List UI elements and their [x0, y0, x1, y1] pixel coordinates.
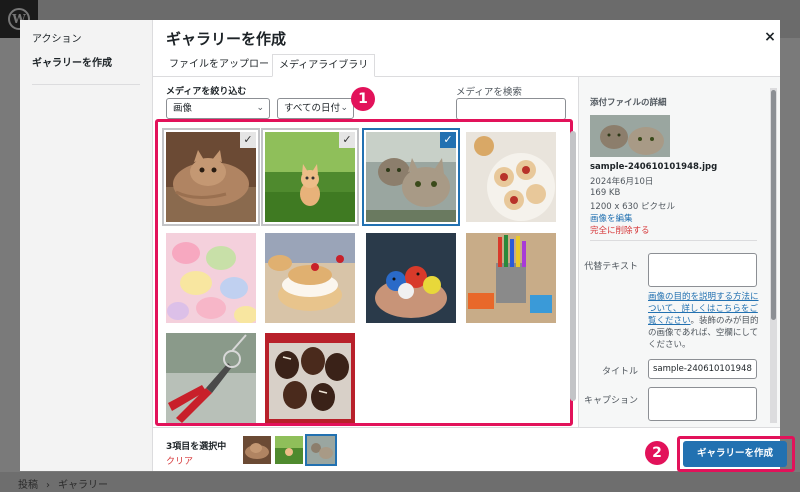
router-tabs: ファイルをアップロード メディアライブラリ — [153, 54, 780, 77]
mini-kitten-photo — [275, 436, 303, 464]
caption-label: キャプション — [583, 396, 638, 406]
pliers-photo — [166, 333, 256, 423]
breadcrumb-post: 投稿 — [18, 480, 38, 491]
pencils-photo — [466, 233, 556, 323]
details-filename: sample-240610101948.jpg — [590, 162, 718, 172]
media-type-value: 画像 — [173, 103, 193, 114]
grid-scrollbar[interactable] — [570, 131, 576, 401]
checkmark-icon[interactable]: ✓ — [240, 132, 256, 148]
callout-badge-2: 2 — [645, 441, 669, 465]
selection-thumb-3[interactable] — [307, 436, 335, 464]
attachment-pliers-and-wire[interactable] — [166, 333, 256, 423]
strawberries-photo — [265, 333, 355, 423]
clear-selection-link[interactable]: クリア — [166, 454, 193, 467]
search-label: メディアを検索 — [456, 87, 522, 98]
media-type-select[interactable]: 画像 ⌄ — [166, 98, 270, 119]
editor-breadcrumb: 投稿 › ギャラリー — [0, 472, 800, 492]
media-menu: アクション ギャラリーを作成 — [20, 20, 153, 471]
breadcrumb-separator: › — [46, 480, 50, 491]
callout-badge-1: 1 — [351, 87, 375, 111]
tab-media-library[interactable]: メディアライブラリ — [272, 54, 376, 77]
attachment-kitten-on-grass[interactable]: ✓ — [265, 132, 355, 222]
checkmark-icon[interactable]: ✓ — [440, 132, 456, 148]
close-icon[interactable]: × — [760, 26, 780, 48]
menu-separator — [32, 84, 140, 85]
alt-text-label: 代替テキスト — [584, 262, 638, 272]
preview-photo — [590, 115, 670, 157]
selection-thumb-2[interactable] — [275, 436, 303, 464]
media-search-input[interactable] — [456, 98, 566, 120]
chevron-down-icon: ⌄ — [340, 103, 348, 113]
candies-photo — [166, 233, 256, 323]
attachment-heart-candies[interactable] — [166, 233, 256, 323]
edit-image-link[interactable]: 画像を編集 — [590, 212, 633, 224]
title-field[interactable]: sample-240610101948 — [648, 359, 757, 379]
menu-item-create-gallery[interactable]: ギャラリーを作成 — [20, 53, 152, 75]
tab-upload-files[interactable]: ファイルをアップロード — [163, 54, 285, 77]
date-filter-value: すべての日付 — [284, 103, 340, 114]
sidebar-scrollbar[interactable] — [771, 90, 776, 320]
delete-permanently-link[interactable]: 完全に削除する — [590, 224, 650, 236]
details-preview-image — [590, 115, 670, 157]
details-date: 2024年6月10日 — [590, 177, 654, 187]
attachment-cat-lying-on-carpet[interactable]: ✓ — [166, 132, 256, 222]
create-gallery-button[interactable]: ギャラリーを作成 — [683, 441, 787, 467]
checkmark-icon[interactable]: ✓ — [339, 132, 355, 148]
details-dimensions: 1200 x 630 ピクセル — [590, 202, 675, 212]
alt-text-help: 画像の目的を説明する方法について、詳しくはこちらをご覧ください。装飾のみが目的の… — [648, 291, 760, 351]
attachment-colored-pencils[interactable] — [466, 233, 556, 323]
details-divider — [590, 240, 757, 241]
date-filter-select[interactable]: すべての日付 ⌄ — [277, 98, 354, 119]
selection-count: 3項目を選択中 — [166, 442, 227, 452]
cream-puffs-photo — [265, 233, 355, 323]
modal-title: ギャラリーを作成 — [166, 30, 287, 48]
filter-label: メディアを絞り込む — [166, 87, 247, 97]
caption-field[interactable] — [648, 387, 757, 421]
attachment-two-tabby-cats[interactable]: ✓ — [366, 132, 456, 222]
selection-thumb-1[interactable] — [243, 436, 271, 464]
menu-heading-actions: アクション — [32, 34, 82, 45]
clay-birds-photo — [366, 233, 456, 323]
mini-cat-photo — [243, 436, 271, 464]
details-file-size: 169 KB — [590, 188, 621, 198]
attachment-chocolate-strawberries[interactable] — [265, 333, 355, 423]
details-heading: 添付ファイルの詳細 — [590, 98, 667, 108]
attachment-clay-birds-in-hand[interactable] — [366, 233, 456, 323]
attachment-cream-puffs[interactable] — [265, 233, 355, 323]
alt-text-field[interactable] — [648, 253, 757, 287]
attachment-cookies-on-plate[interactable] — [466, 132, 556, 222]
mini-cats-photo — [307, 436, 335, 464]
chevron-down-icon: ⌄ — [256, 103, 264, 113]
cookies-photo — [466, 132, 556, 222]
breadcrumb-gallery: ギャラリー — [58, 480, 108, 491]
title-label: タイトル — [601, 367, 638, 377]
